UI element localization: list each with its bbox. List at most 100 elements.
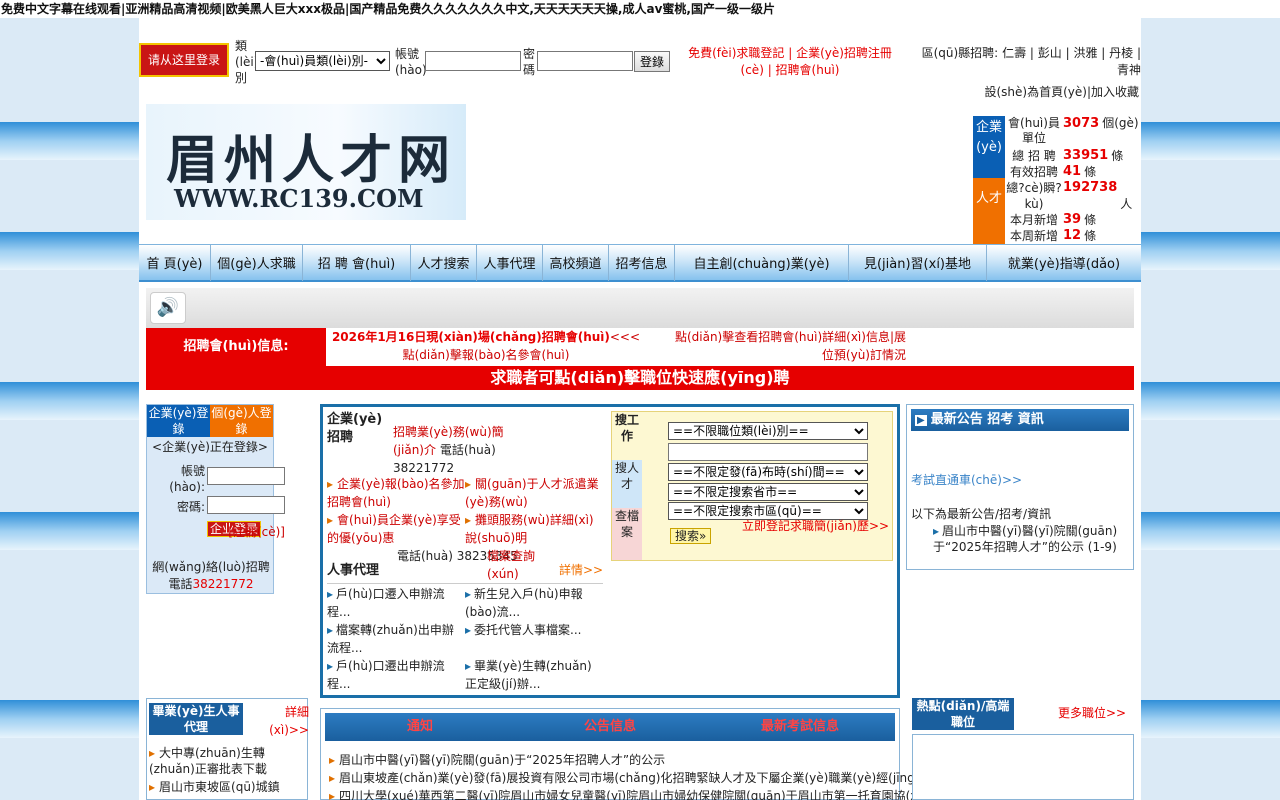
recruit-title: 企業(yè)招聘 (327, 412, 383, 445)
login-submit-button[interactable]: 登錄 (634, 51, 671, 72)
hotline: 網(wǎng)絡(luò)招聘電話38221772 (152, 560, 270, 591)
speaker-icon: 🔊 (150, 292, 186, 324)
recruit-intro-link[interactable]: 招聘業(yè)務(wù)簡(jiǎn)介 電話(huà) 38221772 (393, 423, 533, 477)
graduate-item[interactable]: 大中專(zhuān)生轉(zhuǎn)正審批表下載 (149, 745, 305, 777)
tab-notice[interactable]: 通知 (325, 713, 515, 741)
nav-exam-info[interactable]: 招考信息 (609, 245, 675, 281)
nav-home[interactable]: 首 頁(yè) (139, 245, 211, 281)
stat-row: 本周新增 12 條 (1009, 228, 1097, 243)
tab-search-archive[interactable]: 查檔案 (612, 508, 642, 560)
nav-startup[interactable]: 自主創(chuàng)業(yè) (675, 245, 849, 281)
news-header: ▶ 最新公告 招考 資訊 (911, 409, 1129, 431)
agency-link[interactable]: 畢業(yè)生轉(zhuǎn)正定級(jí)辦... (465, 657, 603, 693)
site-logo[interactable]: 眉州人才网 WWW.RC139.COM (146, 104, 466, 220)
recruit-link[interactable]: 企業(yè)報(bào)名參加招聘會(huì) (327, 475, 465, 511)
fair-banner[interactable]: 求職者可點(diǎn)擊職位快速應(yīng)聘 (146, 366, 1134, 390)
stat-row: 總?cè)瞬?kù) 192738 人 (1006, 180, 1133, 211)
graduate-more-link[interactable]: 詳細(xì)>> (257, 703, 309, 739)
agency-more-link[interactable]: 詳情>> (559, 561, 603, 578)
agency-link[interactable]: 檔案轉(zhuǎn)出申辦流程... (327, 621, 465, 657)
talent-stats-tab: 人才 (973, 178, 1005, 244)
graduate-panel: 畢業(yè)生人事代理 詳細(xì)>> 大中專(zhuān)生轉(zhuǎn)… (146, 698, 309, 800)
register-link-side[interactable]: [注冊(cè)] (207, 523, 285, 540)
keyword-input[interactable] (668, 443, 868, 461)
stat-row: 總 招 聘 33951 條 (1012, 148, 1124, 163)
more-jobs-link[interactable]: 更多職位>> (1058, 704, 1134, 721)
graduate-item[interactable]: 眉山市東坡區(qū)城鎮 (149, 779, 305, 795)
agency-links: 戶(hù)口遷入申辦流程... 新生兒入戶(hù)申報(bào)流... 檔案轉… (327, 585, 603, 693)
news-subtitle: 以下為最新公告/招考/資訊 (911, 507, 1052, 521)
exam-link[interactable]: 考試直通車(chē)>> (911, 471, 1022, 488)
register-resume-link[interactable]: 立即登記求職簡(jiǎn)歷>> (742, 518, 892, 535)
fair-detail-link[interactable]: 點(diǎn)擊查看招聘會(huì)詳細(xì)信息|展位預(yù)訂情況 (666, 328, 906, 364)
agency-link[interactable]: 戶(hù)口遷入申辦流程... (327, 585, 465, 621)
region-renshou[interactable]: 仁壽 (1002, 46, 1026, 60)
tab-exam-info[interactable]: 最新考試信息 (705, 713, 895, 741)
region-danling[interactable]: 丹棱 (1109, 46, 1133, 60)
archive-query-link[interactable]: 檔案查詢(xún) (487, 547, 553, 583)
register-personal-link[interactable]: 免費(fèi)求職登記 (688, 46, 784, 60)
stat-row: 本月新增 39 條 (1009, 212, 1097, 227)
recruit-link[interactable]: 關(guān)于人才派遣業(yè)務(wù) (465, 475, 603, 511)
add-fav-link[interactable]: 加入收藏 (1091, 85, 1139, 99)
member-login-panel: 企業(yè)登錄 個(gè)人登錄 <企業(yè)正在登錄> 帳號(hào): … (146, 404, 285, 594)
search-button[interactable]: 搜索» (670, 528, 712, 544)
agency-link[interactable]: 戶(hù)口遷出申辦流程... (327, 657, 465, 693)
main-nav: 首 頁(yè) 個(gè)人求職 招 聘 會(huì) 人才搜索 人事代理 高校… (139, 244, 1141, 282)
fair-line1[interactable]: 2026年1月16日現(xiàn)場(chǎng)招聘會(huì)<<<點(di… (326, 328, 646, 364)
side-password-input[interactable] (207, 496, 285, 514)
register-member-link[interactable]: 招聘會(huì) (776, 63, 840, 77)
tab-personal-login[interactable]: 個(gè)人登錄 (210, 405, 273, 437)
tab-announcement[interactable]: 公告信息 (515, 713, 705, 741)
region-qingshen[interactable]: 青神 (1117, 63, 1141, 77)
region-links: 區(qū)縣招聘: 仁壽 | 彭山 | 洪雅 | 丹棱 | 青神 (921, 46, 1141, 77)
region-label: 區(qū)縣招聘: (921, 46, 999, 60)
nav-hr-agency[interactable]: 人事代理 (477, 245, 543, 281)
nav-job-fair[interactable]: 招 聘 會(huì) (303, 245, 411, 281)
nav-job-seeking[interactable]: 個(gè)人求職 (211, 245, 303, 281)
news-item[interactable]: 眉山市中醫(yī)醫(yī)院關(guān)于“2025年招聘人才”的公示 (1… (917, 523, 1129, 565)
stat-row: 會(huì)員單位 3073 個(gè) (1008, 116, 1139, 145)
account-label-side: 帳號(hào): (169, 464, 205, 494)
agency-title: 人事代理 (327, 563, 380, 578)
side-account-input[interactable] (207, 467, 285, 485)
account-label: 帳號(hào) (395, 47, 427, 77)
fair-label: 招聘會(huì)信息: (146, 328, 326, 366)
password-label: 密碼 (523, 47, 536, 77)
hot-jobs-title: 熱點(diǎn)/高端職位 (912, 698, 1014, 730)
region-pengshan[interactable]: 彭山 (1038, 46, 1062, 60)
recruit-link[interactable]: 攤頭服務(wù)詳細(xì)說(shuō)明 (465, 511, 603, 547)
login-here-button[interactable]: 请从这里登录 (139, 43, 229, 77)
login-notice: <企業(yè)正在登錄> (152, 440, 268, 454)
announcement-bar: 🔊 (146, 288, 1134, 328)
arrow-icon: ▶ (915, 415, 927, 426)
nav-talent-search[interactable]: 人才搜索 (411, 245, 477, 281)
recruit-link[interactable]: 會(huì)員企業(yè)享受的優(yōu)惠 (327, 511, 465, 547)
page-container: 请从这里登录 類(lèi)別 -會(huì)員類(lèi)別- 帳號(hào) … (139, 18, 1141, 800)
news-panel: ▶最新公告 招考 資訊 考試直通車(chē)>> 以下為最新公告/招考/資訊 眉… (906, 404, 1134, 570)
nav-internship[interactable]: 見(jiàn)習(xí)基地 (849, 245, 987, 281)
logo-url: WWW.RC139.COM (174, 184, 424, 213)
account-input[interactable] (425, 51, 521, 71)
recruit-links: 企業(yè)報(bào)名參加招聘會(huì) 關(guān)于人才派遣業(yè… (327, 475, 603, 547)
job-type-select[interactable]: ==不限職位類(lèi)別== (668, 422, 868, 440)
stat-row: 有效招聘 41 條 (1009, 164, 1097, 179)
notice-panel: 通知 公告信息 最新考試信息 眉山市中醫(yī)醫(yī)院關(guān)于“2… (320, 708, 1053, 800)
nav-college[interactable]: 高校頻道 (543, 245, 609, 281)
tab-company-login[interactable]: 企業(yè)登錄 (147, 405, 210, 437)
agency-link[interactable]: 新生兒入戶(hù)申報(bào)流... (465, 585, 603, 621)
region-hongya[interactable]: 洪雅 (1073, 46, 1097, 60)
date-select[interactable]: ==不限定發(fā)布時(shí)間== (668, 463, 868, 481)
nav-guidance[interactable]: 就業(yè)指導(dǎo) (987, 245, 1141, 281)
set-home-link[interactable]: 設(shè)為首頁(yè) (984, 85, 1086, 99)
graduate-list: 大中專(zhuān)生轉(zhuǎn)正審批表下載 眉山市東坡區(qū)城鎮 (149, 745, 305, 795)
province-select[interactable]: ==不限定搜索省市== (668, 483, 868, 501)
tab-search-job[interactable]: 搜工作 (612, 412, 642, 460)
member-type-select[interactable]: -會(huì)員類(lèi)別- (255, 51, 390, 71)
agency-link[interactable]: 委托代管人事檔案... (465, 621, 603, 657)
tab-search-talent[interactable]: 搜人才 (612, 460, 642, 508)
type-label: 類(lèi)別 (235, 39, 259, 85)
notice-tabs: 通知 公告信息 最新考試信息 (325, 713, 895, 741)
password-input[interactable] (537, 51, 633, 71)
logo-title: 眉州人才网 (166, 130, 457, 191)
